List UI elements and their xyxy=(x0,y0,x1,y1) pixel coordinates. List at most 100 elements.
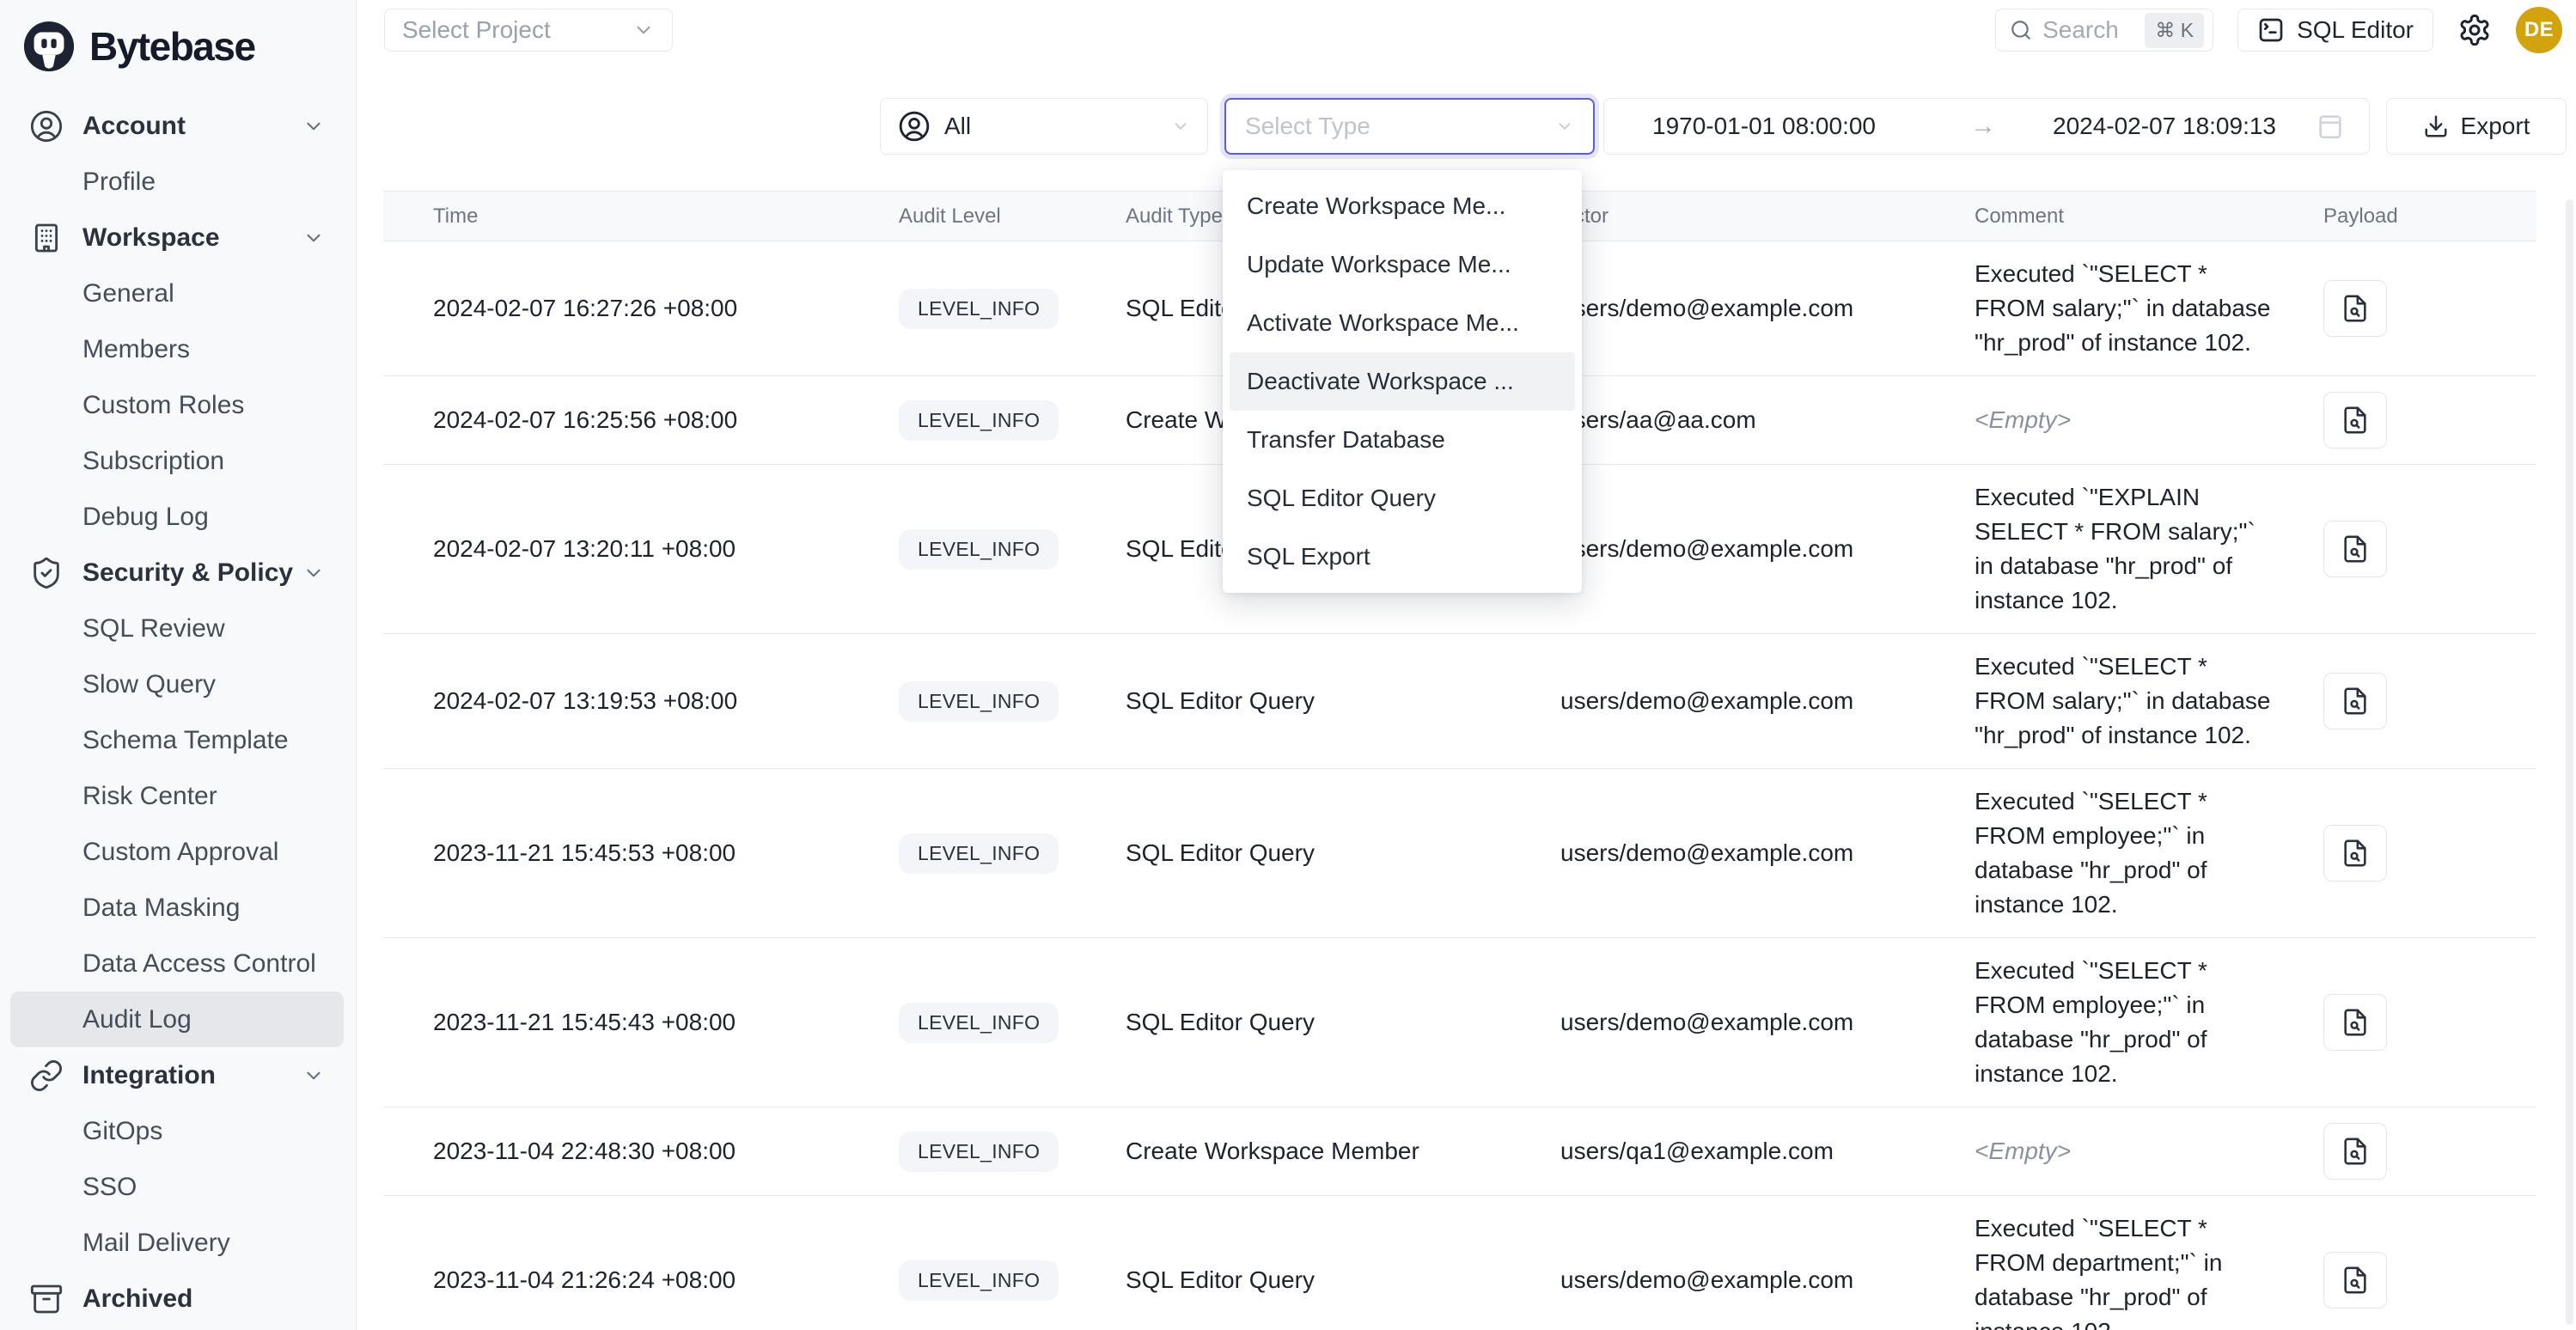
dropdown-option-activate-workspace-me[interactable]: Activate Workspace Me... xyxy=(1230,294,1575,352)
user-circle-icon xyxy=(898,110,931,143)
row-payload-cell xyxy=(2286,280,2536,337)
column-header-audit-level: Audit Level xyxy=(894,204,1117,229)
scrollbar-thumb[interactable] xyxy=(2566,199,2573,1325)
table-row[interactable]: 2023-11-21 15:45:53 +08:00 LEVEL_INFO SQ… xyxy=(383,769,2536,938)
row-level-cell: LEVEL_INFO xyxy=(894,400,1117,441)
date-from-value: 1970-01-01 08:00:00 xyxy=(1652,113,1876,140)
sidebar-item-archived[interactable]: Archived xyxy=(10,1271,344,1327)
sidebar-item-label: Integration xyxy=(82,1061,216,1090)
payload-view-button[interactable] xyxy=(2323,280,2387,337)
dropdown-option-deactivate-workspace[interactable]: Deactivate Workspace ... xyxy=(1230,352,1575,411)
row-comment: <Empty> xyxy=(1975,1138,2071,1164)
sidebar-item-label: Members xyxy=(82,335,190,364)
sidebar-item-workspace[interactable]: Workspace xyxy=(10,210,344,265)
chevron-down-icon xyxy=(1555,117,1574,136)
sidebar-item-gitops[interactable]: GitOps xyxy=(10,1103,344,1159)
user-circle-icon xyxy=(29,109,64,143)
dropdown-option-update-workspace-me[interactable]: Update Workspace Me... xyxy=(1230,235,1575,294)
sidebar-nav: Account ProfileWorkspaceGeneral Members Cus… xyxy=(0,98,356,1327)
row-time: 2024-02-07 13:20:11 +08:00 xyxy=(383,535,894,563)
row-comment: Executed `"SELECT * FROM department;"` i… xyxy=(1975,1215,2222,1330)
sidebar-item-data-access-control[interactable]: Data Access Control xyxy=(10,936,344,991)
archive-icon xyxy=(29,1282,64,1316)
row-audit-type: SQL Editor Query xyxy=(1117,839,1547,867)
payload-view-button[interactable] xyxy=(2323,994,2387,1051)
table-row[interactable]: 2023-11-04 21:26:24 +08:00 LEVEL_INFO SQ… xyxy=(383,1196,2536,1330)
user-avatar[interactable]: DE xyxy=(2516,7,2562,53)
building-icon xyxy=(29,221,64,255)
sidebar-item-schema-template[interactable]: Schema Template xyxy=(10,712,344,768)
sql-editor-button[interactable]: SQL Editor xyxy=(2237,9,2433,52)
search-input[interactable]: Search ⌘ K xyxy=(1995,9,2213,52)
sidebar-item-debug-log[interactable]: Debug Log xyxy=(10,489,344,545)
sidebar-item-slow-query[interactable]: Slow Query xyxy=(10,656,344,712)
sidebar-item-label: SSO xyxy=(82,1173,137,1202)
dropdown-option-sql-editor-query[interactable]: SQL Editor Query xyxy=(1230,469,1575,528)
payload-view-button[interactable] xyxy=(2323,673,2387,729)
vertical-scrollbar[interactable] xyxy=(2566,199,2573,1325)
sidebar-item-custom-approval[interactable]: Custom Approval xyxy=(10,824,344,880)
sidebar-item-label: SQL Review xyxy=(82,614,225,644)
row-comment-cell: Executed `"SELECT * FROM employee;"` in … xyxy=(1968,784,2286,922)
link-icon xyxy=(29,1059,64,1093)
terminal-icon xyxy=(2257,16,2285,44)
sidebar-item-label: Account xyxy=(82,112,186,141)
payload-view-button[interactable] xyxy=(2323,392,2387,448)
row-payload-cell xyxy=(2286,994,2536,1051)
row-payload-cell xyxy=(2286,392,2536,448)
row-time: 2023-11-21 15:45:43 +08:00 xyxy=(383,1009,894,1036)
row-comment-cell: Executed `"EXPLAIN SELECT * FROM salary;… xyxy=(1968,480,2286,618)
gear-icon[interactable] xyxy=(2457,13,2492,47)
row-level-cell: LEVEL_INFO xyxy=(894,1260,1117,1301)
payload-view-button[interactable] xyxy=(2323,521,2387,577)
row-level-cell: LEVEL_INFO xyxy=(894,681,1117,722)
sidebar-item-general[interactable]: General xyxy=(10,265,344,321)
row-comment: Executed `"SELECT * FROM salary;"` in da… xyxy=(1975,653,2271,748)
sidebar-item-profile[interactable]: Profile xyxy=(10,154,344,210)
arrow-right-icon: → xyxy=(1970,112,1996,141)
row-payload-cell xyxy=(2286,1252,2536,1309)
sidebar-item-label: Audit Log xyxy=(82,1005,192,1034)
dropdown-option-transfer-database[interactable]: Transfer Database xyxy=(1230,411,1575,469)
chevron-down-icon xyxy=(302,562,325,584)
download-icon xyxy=(2423,113,2449,139)
date-range-picker[interactable]: 1970-01-01 08:00:00 → 2024-02-07 18:09:1… xyxy=(1603,98,2370,155)
sidebar-item-subscription[interactable]: Subscription xyxy=(10,433,344,489)
chevron-down-icon xyxy=(302,115,325,137)
payload-view-button[interactable] xyxy=(2323,1123,2387,1180)
sidebar-item-risk-center[interactable]: Risk Center xyxy=(10,768,344,824)
project-select[interactable]: Select Project xyxy=(384,9,673,52)
export-label: Export xyxy=(2461,113,2530,140)
type-filter-select[interactable]: Select Type xyxy=(1224,98,1595,155)
row-level-cell: LEVEL_INFO xyxy=(894,1132,1117,1172)
table-row[interactable]: 2023-11-21 15:45:43 +08:00 LEVEL_INFO SQ… xyxy=(383,938,2536,1107)
row-level-cell: LEVEL_INFO xyxy=(894,833,1117,874)
sidebar-item-integration[interactable]: Integration xyxy=(10,1047,344,1103)
sidebar-item-account[interactable]: Account xyxy=(10,98,344,154)
dropdown-option-create-workspace-me[interactable]: Create Workspace Me... xyxy=(1230,177,1575,235)
sidebar-item-security-policy[interactable]: Security & Policy xyxy=(10,545,344,601)
row-time: 2024-02-07 13:19:53 +08:00 xyxy=(383,687,894,715)
row-comment: <Empty> xyxy=(1975,406,2071,433)
table-row[interactable]: 2023-11-04 22:48:30 +08:00 LEVEL_INFO Cr… xyxy=(383,1107,2536,1196)
sidebar-item-custom-roles[interactable]: Custom Roles xyxy=(10,377,344,433)
sidebar-item-sso[interactable]: SSO xyxy=(10,1159,344,1215)
sidebar-item-label: Risk Center xyxy=(82,782,217,811)
dropdown-option-sql-export[interactable]: SQL Export xyxy=(1230,528,1575,586)
payload-view-button[interactable] xyxy=(2323,825,2387,882)
sidebar-item-data-masking[interactable]: Data Masking xyxy=(10,880,344,936)
table-row[interactable]: 2024-02-07 13:19:53 +08:00 LEVEL_INFO SQ… xyxy=(383,634,2536,769)
row-actor: users/qa1@example.com xyxy=(1547,1138,1968,1165)
export-button[interactable]: Export xyxy=(2386,98,2567,155)
row-payload-cell xyxy=(2286,825,2536,882)
row-level-cell: LEVEL_INFO xyxy=(894,1003,1117,1043)
actor-filter-select[interactable]: All xyxy=(880,98,1208,155)
brand-wordmark: Bytebase xyxy=(89,23,255,70)
row-comment: Executed `"SELECT * FROM employee;"` in … xyxy=(1975,957,2207,1087)
sidebar-item-members[interactable]: Members xyxy=(10,321,344,377)
sidebar-item-sql-review[interactable]: SQL Review xyxy=(10,601,344,656)
sidebar-item-mail-delivery[interactable]: Mail Delivery xyxy=(10,1215,344,1271)
sidebar-item-audit-log[interactable]: Audit Log xyxy=(10,991,344,1047)
payload-view-button[interactable] xyxy=(2323,1252,2387,1309)
brand-logo[interactable]: Bytebase xyxy=(0,0,356,79)
